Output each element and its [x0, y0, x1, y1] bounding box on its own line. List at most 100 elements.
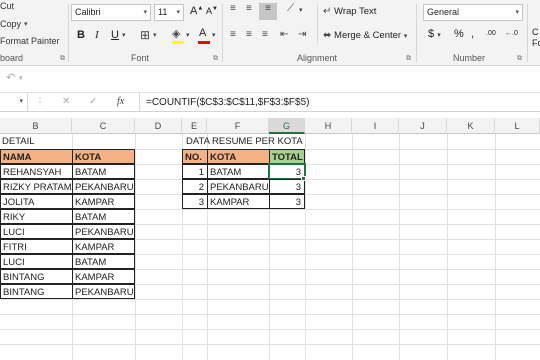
- column-header-l[interactable]: L: [495, 118, 540, 134]
- summary-row-total[interactable]: 3: [269, 179, 305, 194]
- table-row-nama[interactable]: RIZKY PRATAMA: [0, 179, 73, 194]
- chevron-down-icon[interactable]: ▾: [122, 31, 126, 39]
- font-color-button[interactable]: A: [199, 27, 206, 39]
- font-name-value: Calibri: [75, 7, 101, 17]
- wrap-text-button[interactable]: ↵ Wrap Text: [323, 6, 376, 17]
- right-table-title[interactable]: DATA RESUME PER KOTA: [184, 134, 314, 149]
- align-left-icon[interactable]: ≡: [230, 29, 236, 40]
- table-row-kota[interactable]: KAMPAR: [72, 239, 135, 254]
- borders-icon[interactable]: ⊞: [140, 28, 150, 42]
- alignment-launcher-icon[interactable]: ⧉: [406, 55, 411, 63]
- currency-button[interactable]: $ ▾: [428, 28, 441, 40]
- table-row-nama[interactable]: REHANSYAH: [0, 164, 73, 179]
- right-header-total[interactable]: TOTAL: [269, 149, 305, 164]
- table-row-kota[interactable]: KAMPAR: [72, 269, 135, 284]
- group-separator: [527, 4, 528, 62]
- table-row-nama[interactable]: RIKY: [0, 209, 73, 224]
- decrease-decimal-button[interactable]: ←.0: [505, 30, 518, 37]
- table-row-kota[interactable]: KAMPAR: [72, 194, 135, 209]
- summary-row-no[interactable]: 1: [182, 164, 208, 179]
- table-row-nama[interactable]: FITRI: [0, 239, 73, 254]
- chevron-down-icon[interactable]: ▾: [299, 6, 303, 14]
- align-center-icon[interactable]: ≡: [246, 29, 252, 40]
- font-name-dropdown[interactable]: Calibri ▾: [71, 4, 151, 21]
- insert-function-icon[interactable]: fx: [117, 96, 124, 107]
- column-header-k[interactable]: K: [447, 118, 495, 134]
- bold-button[interactable]: B: [77, 29, 85, 41]
- summary-row-no[interactable]: 3: [182, 194, 208, 209]
- number-format-dropdown[interactable]: General ▾: [423, 4, 523, 21]
- column-header-j[interactable]: J: [399, 118, 447, 134]
- summary-row-no[interactable]: 2: [182, 179, 208, 194]
- worksheet[interactable]: B C D E F G H I J K L DETAIL DATA RESUME…: [0, 118, 540, 360]
- summary-row-kota[interactable]: BATAM: [207, 164, 270, 179]
- table-row-kota[interactable]: PEKANBARU: [72, 224, 135, 239]
- font-size-dropdown[interactable]: 11 ▾: [154, 4, 184, 21]
- align-right-icon[interactable]: ≡: [262, 29, 268, 40]
- comma-button[interactable]: ,: [471, 28, 474, 40]
- column-header-g[interactable]: G: [269, 118, 305, 134]
- cell-grid[interactable]: DETAIL DATA RESUME PER KOTA NAMA KOTA RE…: [0, 134, 540, 360]
- italic-button[interactable]: I: [95, 29, 99, 41]
- column-header-c[interactable]: C: [72, 118, 135, 134]
- right-header-kota[interactable]: KOTA: [207, 149, 270, 164]
- clipboard-launcher-icon[interactable]: ⧉: [60, 55, 65, 63]
- left-header-nama[interactable]: NAMA: [0, 149, 73, 164]
- column-header-f[interactable]: F: [207, 118, 269, 134]
- summary-row-total-active[interactable]: 3: [268, 163, 306, 180]
- shrink-font-button[interactable]: A▼: [206, 6, 218, 16]
- summary-row-kota[interactable]: KAMPAR: [207, 194, 270, 209]
- decrease-indent-icon[interactable]: ⇤: [280, 29, 288, 40]
- table-row-kota[interactable]: BATAM: [72, 254, 135, 269]
- chevron-down-icon[interactable]: ▾: [186, 31, 190, 39]
- right-header-no[interactable]: NO.: [182, 149, 208, 164]
- column-header-d[interactable]: D: [135, 118, 182, 134]
- format-painter-button[interactable]: Format Painter: [0, 36, 60, 46]
- table-row-nama[interactable]: BINTANG: [0, 269, 73, 284]
- formula-bar: ▾ ⋮ ✕ ✓ fx =COUNTIF($C$3:$C$11,$F$3:$F$5…: [0, 93, 540, 112]
- top-align-icon[interactable]: ≡: [230, 3, 236, 14]
- orientation-icon[interactable]: ⟋: [287, 3, 294, 14]
- table-row-nama[interactable]: JOLITA: [0, 194, 73, 209]
- table-row-nama[interactable]: LUCI: [0, 254, 73, 269]
- conditional-format-label[interactable]: C: [532, 27, 539, 37]
- chevron-down-icon[interactable]: ▾: [212, 31, 216, 39]
- column-header-e[interactable]: E: [182, 118, 207, 134]
- middle-align-icon[interactable]: ≡: [246, 3, 252, 14]
- font-launcher-icon[interactable]: ⧉: [213, 55, 218, 63]
- table-row-kota[interactable]: PEKANBARU: [72, 179, 135, 194]
- increase-indent-icon[interactable]: ⇥: [298, 29, 306, 40]
- table-row-nama[interactable]: BINTANG: [0, 284, 73, 299]
- increase-decimal-button[interactable]: .00: [486, 30, 496, 37]
- column-header-h[interactable]: H: [305, 118, 352, 134]
- summary-row-total[interactable]: 3: [269, 194, 305, 209]
- grow-font-button[interactable]: A▲: [190, 5, 203, 17]
- fill-color-icon[interactable]: ◈: [172, 27, 180, 40]
- cut-button[interactable]: Cut: [0, 1, 14, 11]
- table-row-kota[interactable]: BATAM: [72, 209, 135, 224]
- bottom-align-button[interactable]: ≡: [259, 3, 277, 20]
- enter-icon[interactable]: ✓: [89, 96, 97, 107]
- chevron-down-icon[interactable]: ▾: [19, 74, 23, 82]
- fill-handle[interactable]: [301, 176, 306, 181]
- formula-input[interactable]: =COUNTIF($C$3:$C$11,$F$3:$F$5): [146, 97, 310, 108]
- underline-button[interactable]: U: [111, 29, 119, 41]
- table-row-kota[interactable]: PEKANBARU: [72, 284, 135, 299]
- column-header-b[interactable]: B: [0, 118, 72, 134]
- gridline: [447, 134, 448, 360]
- chevron-down-icon[interactable]: ▾: [19, 97, 23, 105]
- table-row-kota[interactable]: BATAM: [72, 164, 135, 179]
- percent-button[interactable]: %: [454, 28, 464, 40]
- summary-row-kota[interactable]: PEKANBARU: [207, 179, 270, 194]
- left-header-kota[interactable]: KOTA: [72, 149, 135, 164]
- chevron-down-icon[interactable]: ▾: [153, 31, 157, 39]
- number-launcher-icon[interactable]: ⧉: [517, 55, 522, 63]
- left-table-title[interactable]: DETAIL: [0, 134, 120, 149]
- cancel-icon[interactable]: ✕: [62, 96, 70, 107]
- merge-center-button[interactable]: ⬌ Merge & Center ▾: [323, 30, 407, 41]
- name-box[interactable]: ▾: [0, 94, 28, 111]
- table-row-nama[interactable]: LUCI: [0, 224, 73, 239]
- copy-button[interactable]: Copy ▾: [0, 19, 28, 29]
- undo-icon[interactable]: ↶: [6, 71, 15, 84]
- column-header-i[interactable]: I: [352, 118, 399, 134]
